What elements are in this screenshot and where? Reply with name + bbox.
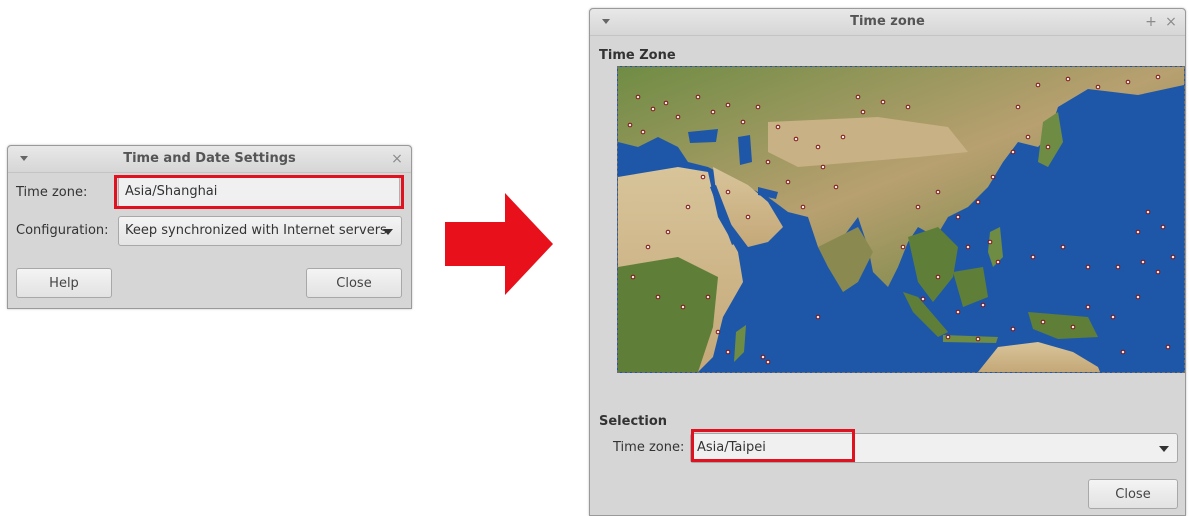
close-button[interactable]: Close <box>1088 479 1178 509</box>
window-title: Time zone <box>850 14 925 29</box>
configuration-label: Configuration: <box>16 223 109 238</box>
timezone-window: Time zone + × Time Zone Selection Time z… <box>589 8 1186 516</box>
land-africa-green <box>618 257 718 372</box>
close-icon[interactable]: × <box>389 150 405 168</box>
world-map-svg <box>618 67 1184 372</box>
close-button[interactable]: Close <box>306 268 402 298</box>
timezone-value: Asia/Taipei <box>697 440 766 455</box>
configuration-dropdown[interactable]: Keep synchronized with Internet servers <box>118 216 402 246</box>
dropdown-caret-icon <box>1159 446 1169 452</box>
selection-title: Selection <box>599 414 668 429</box>
arrow-head <box>505 193 553 295</box>
titlebar: Time zone + × <box>590 9 1185 36</box>
dropdown-caret-icon <box>383 229 393 235</box>
timezone-field[interactable]: Asia/Shanghai <box>118 177 400 207</box>
timezone-label: Time zone: <box>613 440 685 455</box>
time-date-settings-window: Time and Date Settings × Time zone: Asia… <box>7 145 412 309</box>
maximize-icon[interactable]: + <box>1143 13 1159 31</box>
titlebar: Time and Date Settings × <box>8 146 411 173</box>
caspian-sea <box>738 135 752 165</box>
timezone-label: Time zone: <box>16 185 88 200</box>
help-button[interactable]: Help <box>16 268 112 298</box>
map-section-title: Time Zone <box>599 48 676 63</box>
timezone-dropdown[interactable]: Asia/Taipei <box>690 433 1178 463</box>
world-map[interactable] <box>617 66 1185 373</box>
arrow-shaft <box>445 222 505 266</box>
close-icon[interactable]: × <box>1163 13 1179 31</box>
window-title: Time and Date Settings <box>123 151 296 166</box>
configuration-value: Keep synchronized with Internet servers <box>125 223 387 238</box>
